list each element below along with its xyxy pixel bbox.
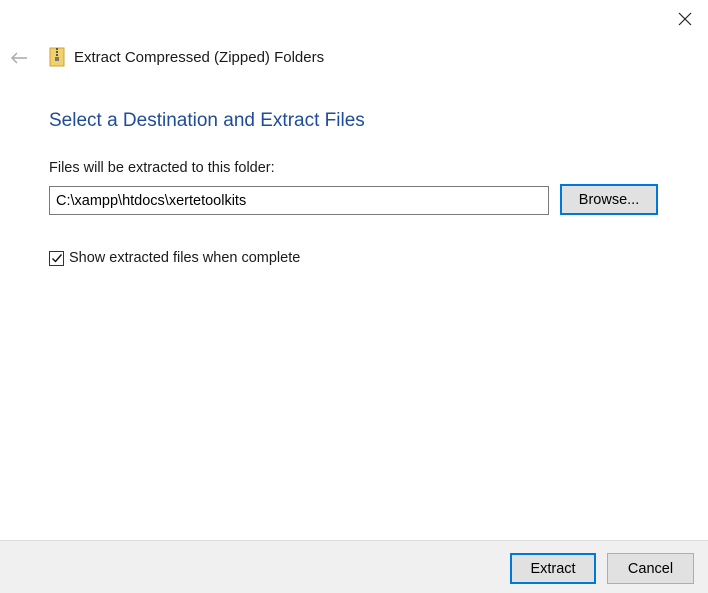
- close-button[interactable]: [670, 4, 700, 34]
- show-files-option[interactable]: Show extracted files when complete: [49, 250, 300, 266]
- extract-wizard-window: Extract Compressed (Zipped) Folders Sele…: [0, 0, 708, 593]
- zipped-folder-icon: [49, 47, 65, 67]
- wizard-title: Extract Compressed (Zipped) Folders: [74, 49, 325, 66]
- destination-label: Files will be extracted to this folder:: [49, 160, 275, 176]
- destination-path-input[interactable]: [49, 186, 549, 215]
- wizard-header: Extract Compressed (Zipped) Folders: [0, 40, 708, 76]
- show-files-label: Show extracted files when complete: [69, 250, 301, 266]
- checkmark-icon: [51, 254, 62, 263]
- show-files-checkbox[interactable]: [49, 250, 64, 266]
- close-icon: [678, 12, 692, 26]
- cancel-button[interactable]: Cancel: [607, 553, 694, 584]
- dialog-footer: Extract Cancel: [0, 540, 708, 593]
- extract-button[interactable]: Extract: [510, 553, 596, 584]
- back-button[interactable]: [9, 48, 29, 68]
- back-arrow-icon: [11, 52, 27, 64]
- page-heading: Select a Destination and Extract Files: [49, 110, 365, 131]
- browse-button[interactable]: Browse...: [560, 184, 658, 215]
